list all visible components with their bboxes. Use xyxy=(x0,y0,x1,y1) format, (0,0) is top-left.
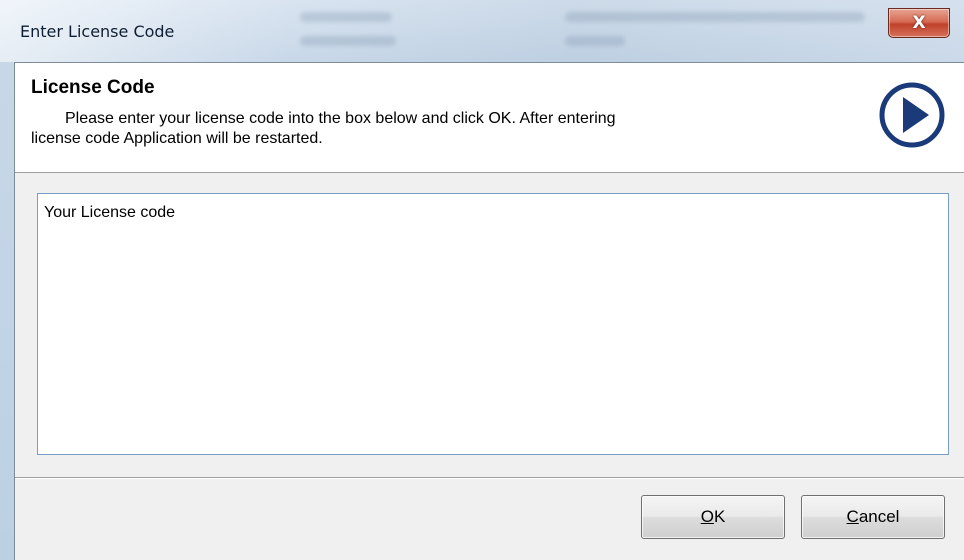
titlebar-background-blur xyxy=(300,12,392,22)
cancel-button-label-rest: ancel xyxy=(858,507,900,526)
header-title: License Code xyxy=(31,77,155,98)
titlebar-background-blur xyxy=(565,36,625,46)
cancel-button-accelerator: C xyxy=(846,507,859,526)
dialog-header: License Code Please enter your license c… xyxy=(15,63,964,173)
window-title: Enter License Code xyxy=(20,22,175,41)
header-description-line-1: Please enter your license code into the … xyxy=(65,110,616,127)
titlebar-background-blur xyxy=(300,36,396,46)
license-dialog-window: Enter License Code X License Code Please… xyxy=(0,0,964,560)
dialog-client-area: License Code Please enter your license c… xyxy=(14,62,964,560)
next-arrow-circle-icon xyxy=(879,82,945,148)
header-description-line-2: license code Application will be restart… xyxy=(31,130,323,147)
titlebar-background-blur xyxy=(565,12,865,22)
footer-separator xyxy=(15,477,964,479)
dialog-body: Your License code xyxy=(15,173,964,469)
title-bar[interactable]: Enter License Code X xyxy=(0,0,964,62)
close-button[interactable]: X xyxy=(888,8,950,38)
license-code-input[interactable]: Your License code xyxy=(37,193,949,455)
ok-button[interactable]: OK xyxy=(641,495,785,539)
close-icon: X xyxy=(912,12,926,33)
ok-button-label-rest: K xyxy=(713,507,726,526)
cancel-button[interactable]: Cancel xyxy=(801,495,945,539)
header-description: Please enter your license code into the … xyxy=(31,109,831,149)
ok-button-accelerator: O xyxy=(700,507,714,526)
